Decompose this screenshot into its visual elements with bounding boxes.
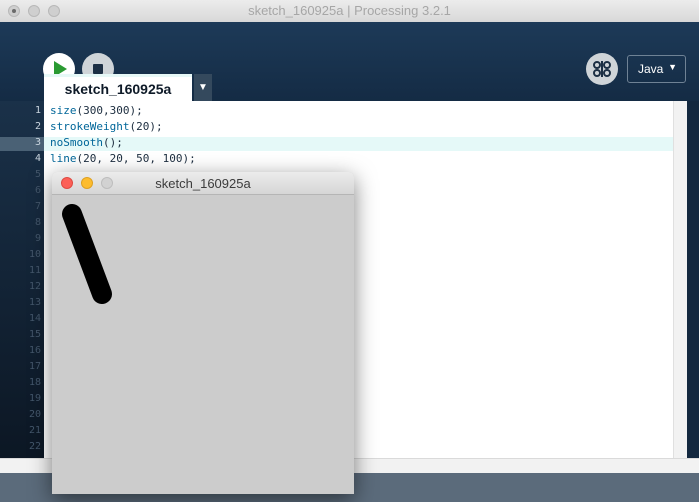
- sketch-window[interactable]: sketch_160925a: [52, 172, 354, 494]
- line-number: 8: [34, 217, 41, 228]
- mode-label: Java: [638, 62, 664, 76]
- window-titlebar: sketch_160925a | Processing 3.2.1: [0, 0, 699, 23]
- drawn-line: [62, 204, 112, 304]
- current-line-highlight: [44, 137, 673, 151]
- line-number: 4: [34, 153, 41, 164]
- butterfly-icon: [593, 61, 611, 77]
- line-number: 16: [28, 345, 41, 356]
- line-number: 3: [34, 137, 41, 148]
- line-number: 17: [28, 361, 41, 372]
- line-number: 2: [34, 121, 41, 132]
- line-number: 9: [34, 233, 41, 244]
- line-number: 14: [28, 313, 41, 324]
- vertical-scrollbar[interactable]: [673, 101, 687, 458]
- mode-selector[interactable]: Java ▼: [627, 55, 686, 83]
- chevron-down-icon: ▼: [668, 62, 677, 72]
- line-number: 10: [28, 249, 41, 260]
- line-number: 22: [28, 441, 41, 452]
- stop-icon: [93, 64, 103, 74]
- line-number: 21: [28, 425, 41, 436]
- sketch-titlebar: sketch_160925a: [52, 172, 354, 195]
- sketch-canvas: [62, 204, 112, 304]
- line-number: 12: [28, 281, 41, 292]
- line-number: 11: [28, 265, 41, 276]
- line-number: 13: [28, 297, 41, 308]
- sketch-title: sketch_160925a: [155, 176, 251, 191]
- window-title: sketch_160925a | Processing 3.2.1: [248, 3, 451, 18]
- code-line[interactable]: line(20, 20, 50, 100);: [50, 152, 196, 165]
- line-number: 20: [28, 409, 41, 420]
- window-edge: [687, 101, 699, 458]
- line-number: 18: [28, 377, 41, 388]
- code-line[interactable]: strokeWeight(20);: [50, 120, 163, 133]
- debug-button[interactable]: [586, 53, 618, 85]
- code-line[interactable]: size(300,300);: [50, 104, 143, 117]
- line-number: 15: [28, 329, 41, 340]
- line-number: 19: [28, 393, 41, 404]
- line-number: 7: [34, 201, 41, 212]
- tab-menu-button[interactable]: ▼: [194, 74, 212, 101]
- line-number: 6: [34, 185, 41, 196]
- line-number: 5: [34, 169, 41, 180]
- tab-sketch[interactable]: sketch_160925a: [44, 74, 192, 101]
- code-line[interactable]: noSmooth();: [50, 136, 123, 149]
- line-number: 1: [34, 105, 41, 116]
